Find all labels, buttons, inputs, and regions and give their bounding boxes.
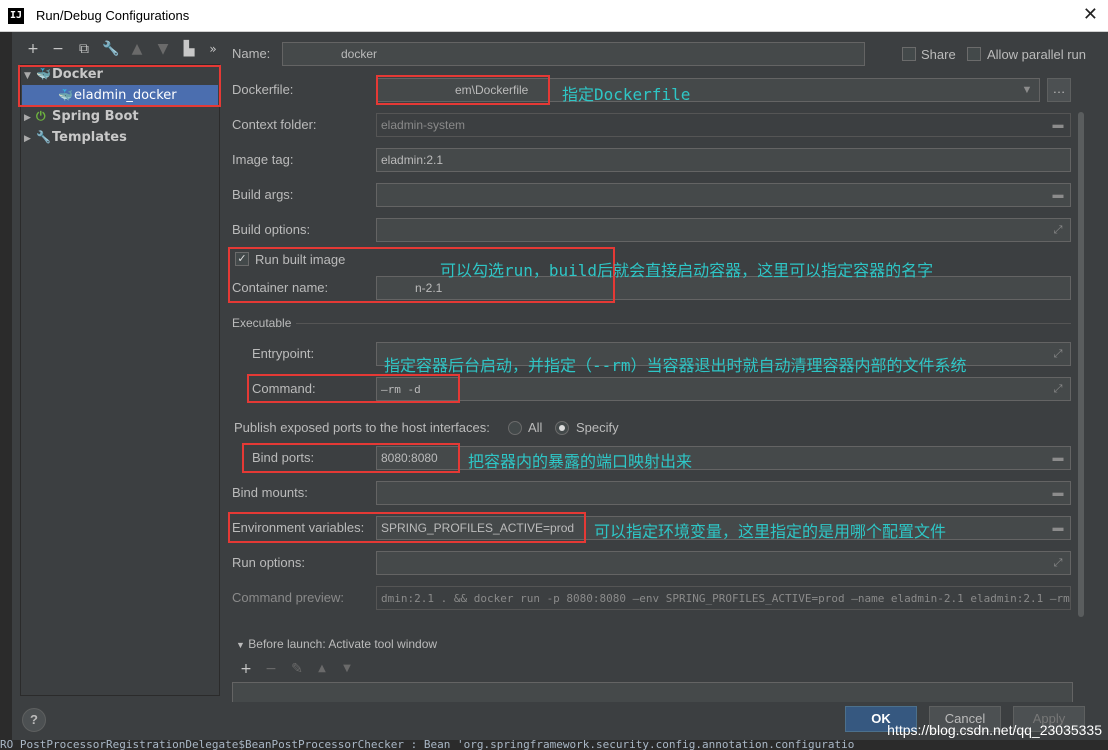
build-options-label: Build options: <box>232 222 311 237</box>
annotation-env: 可以指定环境变量，这里指定的是用哪个配置文件 <box>594 522 947 541</box>
entrypoint-label: Entrypoint: <box>252 346 315 361</box>
before-launch-toggle[interactable]: ▼ Before launch: Activate tool window <box>236 637 437 651</box>
specify-label: Specify <box>576 420 619 435</box>
run-options-field[interactable]: ⤢ <box>376 551 1071 575</box>
specify-radio[interactable] <box>555 421 569 435</box>
build-args-field[interactable]: ▬ <box>376 183 1071 207</box>
expand-icon[interactable]: ⤢ <box>1050 381 1066 397</box>
folder-icon[interactable]: ▬ <box>1050 187 1066 203</box>
highlight-box <box>18 65 221 107</box>
more-icon[interactable]: » <box>204 40 222 58</box>
highlight-box <box>376 75 550 105</box>
bind-mounts-field[interactable]: ▬ <box>376 481 1071 505</box>
edit-task-icon[interactable]: ✎ <box>288 660 306 678</box>
tree-item-templates[interactable]: ▶ 🔧Templates <box>24 127 127 147</box>
bind-mounts-label: Bind mounts: <box>232 485 308 500</box>
add-task-icon[interactable]: + <box>237 660 255 678</box>
config-tree <box>20 64 220 696</box>
highlight-box <box>242 443 460 473</box>
folder-add-icon[interactable]: ▙ <box>180 40 198 58</box>
annotation-command: 指定容器后台启动，并指定（--rm）当容器退出时就自动清理容器内部的文件系统 <box>384 356 967 375</box>
divider <box>296 323 1071 324</box>
share-checkbox[interactable] <box>902 47 916 61</box>
tree-item-spring-boot[interactable]: ▶ ⏻ Spring Boot <box>24 106 139 126</box>
move-up-icon[interactable]: ▲ <box>313 660 331 678</box>
expand-right-icon[interactable]: ▶ <box>24 108 36 128</box>
watermark: https://blog.csdn.net/qq_23035335 <box>887 722 1102 738</box>
all-label: All <box>528 420 543 435</box>
expand-icon[interactable]: ⤢ <box>1050 346 1066 362</box>
folder-icon[interactable]: ▬ <box>1050 450 1066 466</box>
folder-icon[interactable]: ▬ <box>1050 520 1066 536</box>
parallel-run-label: Allow parallel run <box>987 47 1086 62</box>
folder-icon[interactable]: ▬ <box>1050 485 1066 501</box>
dropdown-arrow-icon[interactable]: ▼ <box>1019 82 1035 98</box>
highlight-box <box>247 374 460 403</box>
share-label: Share <box>921 47 956 62</box>
browse-button[interactable]: … <box>1047 78 1071 102</box>
annotation-run: 可以勾选run，build后就会直接启动容器，这里可以指定容器的名字 <box>440 261 934 280</box>
annotation-dockerfile: 指定Dockerfile <box>562 85 691 104</box>
add-icon[interactable]: + <box>24 40 42 58</box>
move-down-icon[interactable]: ▼ <box>338 660 356 678</box>
build-options-field[interactable]: ⤢ <box>376 218 1071 242</box>
image-tag-label: Image tag: <box>232 152 294 167</box>
window-title: Run/Debug Configurations <box>36 8 190 23</box>
close-icon[interactable]: ✕ <box>1083 4 1098 25</box>
context-folder-field[interactable]: eladmin-system ▬ <box>376 113 1071 137</box>
publish-ports-label: Publish exposed ports to the host interf… <box>234 420 490 435</box>
context-folder-label: Context folder: <box>232 117 317 132</box>
wrench-icon[interactable]: 🔧 <box>102 40 120 58</box>
expand-right-icon[interactable]: ▶ <box>24 129 36 149</box>
editor-log-line: RO PostProcessorRegistrationDelegate$Bea… <box>0 740 1108 750</box>
folder-icon[interactable]: ▬ <box>1050 117 1066 133</box>
build-args-label: Build args: <box>232 187 294 202</box>
name-field[interactable]: docker <box>282 42 865 66</box>
collapse-icon: ▼ <box>236 640 245 650</box>
all-radio[interactable] <box>508 421 522 435</box>
expand-icon[interactable]: ⤢ <box>1050 222 1066 238</box>
expand-icon[interactable]: ⤢ <box>1050 555 1066 571</box>
title-bar: IJ Run/Debug Configurations ✕ <box>0 0 1108 32</box>
command-preview-label: Command preview: <box>232 590 344 605</box>
command-field[interactable]: —rm -d ⤢ <box>376 377 1071 401</box>
scrollbar[interactable] <box>1078 112 1084 617</box>
annotation-ports: 把容器内的暴露的端口映射出来 <box>468 452 693 471</box>
config-toolbar: + − ⧉ 🔧 ▲ ▼ ▙ » <box>12 38 218 62</box>
copy-icon[interactable]: ⧉ <box>75 40 93 58</box>
wrench-icon: 🔧 <box>36 130 51 144</box>
move-up-icon[interactable]: ▲ <box>128 40 146 58</box>
highlight-box <box>228 512 586 543</box>
intellij-icon: IJ <box>8 8 24 24</box>
command-preview-field: dmin:2.1 . && docker run -p 8080:8080 —e… <box>376 586 1071 610</box>
editor-background <box>0 32 12 750</box>
executable-section-label: Executable <box>232 316 292 330</box>
image-tag-field[interactable]: eladmin:2.1 <box>376 148 1071 172</box>
remove-task-icon[interactable]: − <box>262 660 280 678</box>
spring-boot-icon: ⏻ <box>36 109 46 123</box>
move-down-icon[interactable]: ▼ <box>154 40 172 58</box>
dockerfile-label: Dockerfile: <box>232 82 294 97</box>
parallel-run-checkbox[interactable] <box>967 47 981 61</box>
run-options-label: Run options: <box>232 555 305 570</box>
before-launch-list <box>232 682 1073 702</box>
remove-icon[interactable]: − <box>49 40 67 58</box>
help-button[interactable]: ? <box>22 708 46 732</box>
name-label: Name: <box>232 46 271 61</box>
